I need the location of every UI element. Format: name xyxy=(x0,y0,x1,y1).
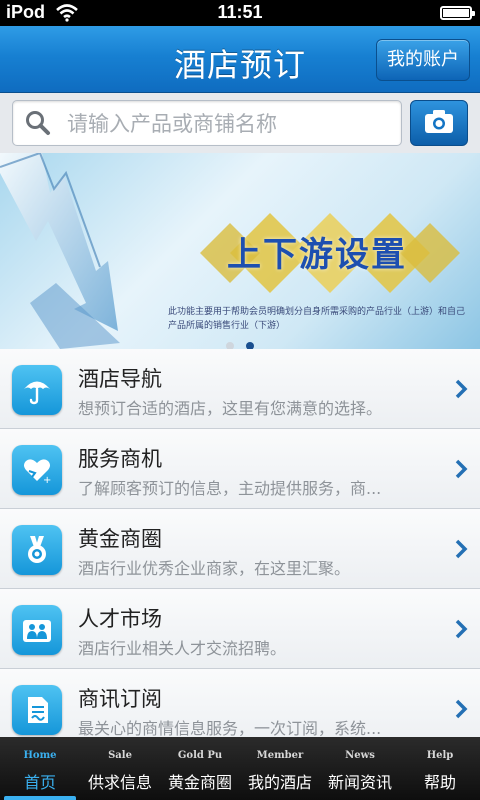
tab-news[interactable]: News 新闻资讯 xyxy=(320,737,400,800)
list-item-subtitle: 了解顾客预订的信息，主动提供服务，商... xyxy=(78,479,382,498)
tab-label: 黄金商圈 xyxy=(167,773,232,792)
clock: 11:51 xyxy=(217,2,263,22)
list-item-subtitle: 最关心的商情信息服务，一次订阅，系统... xyxy=(78,719,382,738)
chevron-right-icon xyxy=(455,619,468,639)
chevron-right-icon xyxy=(455,699,468,719)
tab-sale[interactable]: Sale 供求信息 xyxy=(80,737,160,800)
chevron-right-icon xyxy=(455,459,468,479)
tab-label: 新闻资讯 xyxy=(327,773,392,792)
medal-icon xyxy=(12,525,62,575)
promo-banner[interactable]: 上下游设置 此功能主要用于帮助会员明确划分自身所需采购的产品行业（上游）和自己产… xyxy=(0,153,480,349)
list-item-subtitle: 酒店行业优秀企业商家，在这里汇聚。 xyxy=(78,559,351,578)
chevron-right-icon xyxy=(455,539,468,559)
tab-label: 帮助 xyxy=(423,773,456,792)
umbrella-icon xyxy=(12,365,62,415)
chevron-right-icon xyxy=(455,379,468,399)
list-item-subtitle: 酒店行业相关人才交流招聘。 xyxy=(78,639,287,658)
search-input[interactable] xyxy=(65,107,389,141)
tab-member[interactable]: Member 我的酒店 xyxy=(240,737,320,800)
banner-description: 此功能主要用于帮助会员明确划分自身所需采购的产品行业（上游）和自己产品所属的销售… xyxy=(168,307,466,331)
document-icon xyxy=(12,685,62,735)
page-dot-active[interactable] xyxy=(246,342,254,349)
bottom-tab-bar: Home 首页 Sale 供求信息 Gold Pu 黄金商圈 Member 我的… xyxy=(0,737,480,800)
svg-text:+: + xyxy=(43,475,51,486)
people-icon xyxy=(12,605,62,655)
battery-icon xyxy=(440,6,475,20)
camera-icon xyxy=(425,110,453,133)
tab-label: 供求信息 xyxy=(87,773,152,792)
tab-label-en: Member xyxy=(256,750,304,761)
tab-label-en: Sale xyxy=(108,750,132,761)
tab-label-en: Gold Pu xyxy=(177,750,223,761)
list-item-talent-market[interactable]: 人才市场 酒店行业相关人才交流招聘。 xyxy=(0,589,480,669)
camera-scan-button[interactable] xyxy=(410,100,468,146)
list-item-title: 服务商机 xyxy=(78,447,162,471)
list-item-service-opportunities[interactable]: + 服务商机 了解顾客预订的信息，主动提供服务，商... xyxy=(0,429,480,509)
list-item-title: 人才市场 xyxy=(78,607,162,631)
list-item-title: 商讯订阅 xyxy=(78,687,162,711)
tab-label: 首页 xyxy=(23,773,56,792)
status-bar: iPod 11:51 xyxy=(0,0,480,26)
list-item-gold-business-circle[interactable]: 黄金商圈 酒店行业优秀企业商家，在这里汇聚。 xyxy=(0,509,480,589)
list-item-title: 黄金商圈 xyxy=(78,527,162,551)
tab-home[interactable]: Home 首页 xyxy=(0,737,80,800)
list-item-title: 酒店导航 xyxy=(78,367,162,391)
active-tab-indicator xyxy=(4,796,76,800)
tab-help[interactable]: Help 帮助 xyxy=(400,737,480,800)
search-field[interactable] xyxy=(12,100,402,146)
heart-icon: + xyxy=(12,445,62,495)
my-account-button[interactable]: 我的账户 xyxy=(376,39,470,81)
tab-gold-pu[interactable]: Gold Pu 黄金商圈 xyxy=(160,737,240,800)
nav-bar: 酒店预订 我的账户 xyxy=(0,26,480,93)
banner-title: 上下游设置 xyxy=(227,235,407,275)
tab-label-en: News xyxy=(345,750,375,761)
search-icon xyxy=(25,110,51,136)
feature-list: 酒店导航 想预订合适的酒店，这里有您满意的选择。 + 服务商机 了解顾客预订的信… xyxy=(0,349,480,749)
search-bar xyxy=(0,93,480,153)
list-item-hotel-navigation[interactable]: 酒店导航 想预订合适的酒店，这里有您满意的选择。 xyxy=(0,349,480,429)
tab-label-en: Help xyxy=(426,750,454,761)
list-item-subtitle: 想预订合适的酒店，这里有您满意的选择。 xyxy=(78,399,383,418)
tab-label: 我的酒店 xyxy=(247,773,312,792)
banner-page-indicator[interactable] xyxy=(0,335,480,349)
tab-label-en: Home xyxy=(23,750,57,761)
page-dot[interactable] xyxy=(226,342,234,349)
